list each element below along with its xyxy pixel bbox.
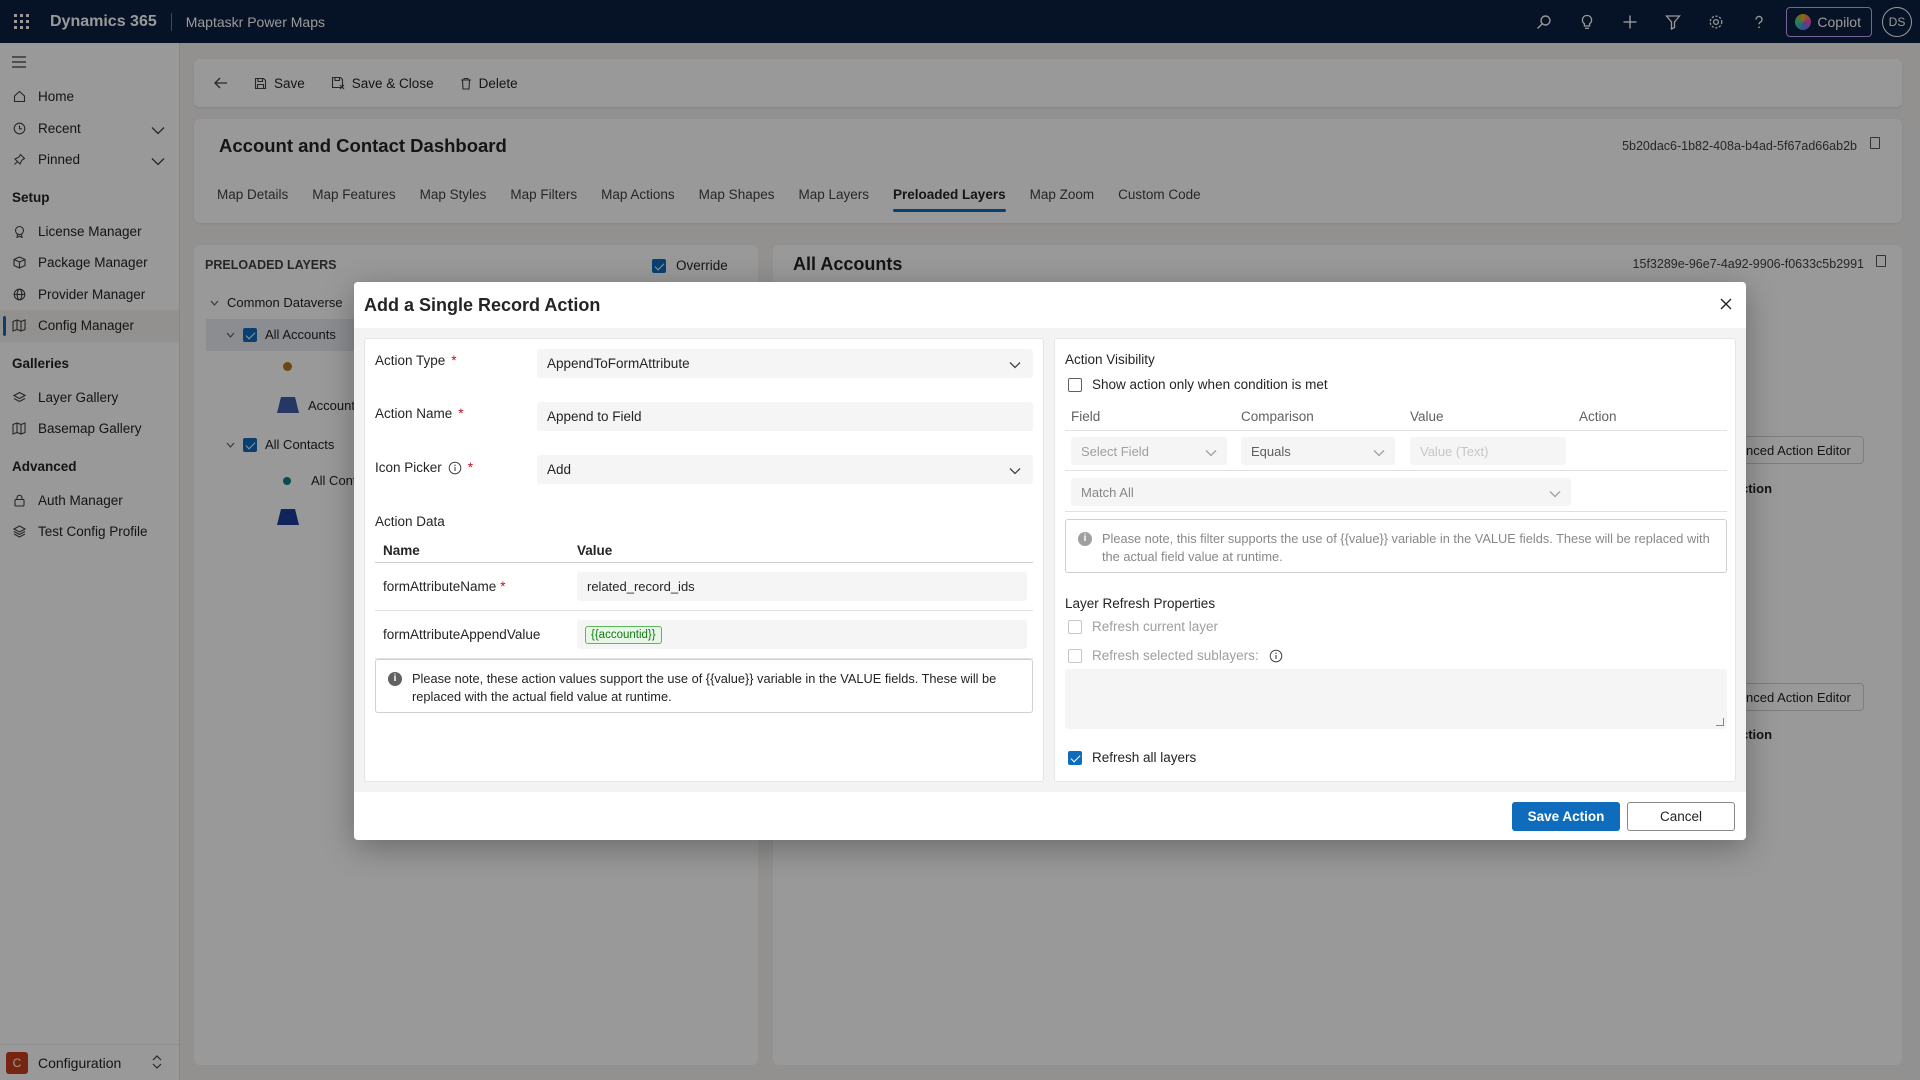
chevron-down-icon — [1205, 445, 1217, 460]
checkbox-label: Refresh current layer — [1092, 619, 1219, 634]
input-placeholder: Value (Text) — [1420, 443, 1489, 459]
input-value: related_record_ids — [587, 579, 695, 594]
action-data-label: Action Data — [375, 514, 445, 529]
row-name: formAttributeAppendValue — [383, 627, 540, 642]
checkbox-label: Refresh selected sublayers: — [1092, 648, 1259, 663]
action-config-card: Action Type * AppendToFormAttribute Actio… — [364, 338, 1044, 782]
label-text: Icon Picker — [375, 460, 442, 475]
sublayers-textarea[interactable] — [1065, 669, 1727, 729]
column-header-name: Name — [383, 543, 420, 558]
section-title: Action Visibility — [1065, 352, 1155, 367]
row-name-text: formAttributeAppendValue — [383, 627, 541, 642]
note-text: Please note, these action values support… — [412, 671, 997, 704]
chevron-down-icon — [1549, 486, 1561, 501]
info-note: i Please note, these action values suppo… — [375, 659, 1033, 713]
input-value: Append to Field — [547, 409, 642, 424]
checkbox-disabled — [1068, 648, 1082, 663]
action-type-label: Action Type * — [375, 353, 457, 368]
condition-table-header: Field Comparison Value Action — [1065, 399, 1727, 431]
column-header-action: Action — [1579, 409, 1617, 424]
action-type-dropdown[interactable]: AppendToFormAttribute — [537, 349, 1033, 378]
checkbox-checked — [1068, 750, 1082, 765]
refresh-current-layer-checkbox[interactable]: Refresh current layer — [1068, 619, 1218, 634]
show-action-condition-checkbox[interactable]: Show action only when condition is met — [1068, 377, 1328, 392]
action-data-header: Name Value — [375, 531, 1033, 563]
refresh-selected-sublayers-checkbox[interactable]: Refresh selected sublayers: — [1068, 648, 1283, 663]
column-header-comparison: Comparison — [1241, 409, 1314, 424]
row-name-text: formAttributeName — [383, 579, 497, 594]
row-name: formAttributeName * — [383, 579, 506, 594]
field-select[interactable]: Select Field — [1071, 437, 1227, 465]
section-title: Layer Refresh Properties — [1065, 596, 1216, 611]
comparison-select[interactable]: Equals — [1241, 437, 1395, 465]
icon-picker-dropdown[interactable]: Add — [537, 455, 1033, 484]
action-name-label: Action Name * — [375, 406, 464, 421]
cancel-button[interactable]: Cancel — [1627, 802, 1735, 831]
dropdown-value: AppendToFormAttribute — [547, 356, 690, 371]
save-action-button[interactable]: Save Action — [1512, 802, 1620, 831]
match-select[interactable]: Match All — [1071, 478, 1571, 506]
info-icon: i — [388, 672, 402, 686]
checkbox-label: Show action only when condition is met — [1092, 377, 1328, 392]
add-single-record-action-dialog: Add a Single Record Action Action Type * … — [354, 282, 1746, 840]
icon-picker-label: Icon Picker * — [375, 460, 473, 475]
checkbox-label: Refresh all layers — [1092, 750, 1197, 765]
label-text: Action Type — [375, 353, 446, 368]
column-header-value: Value — [577, 543, 613, 558]
refresh-all-layers-checkbox[interactable]: Refresh all layers — [1068, 750, 1196, 765]
dialog-footer: Save Action Cancel — [354, 792, 1746, 840]
action-visibility-card: Action Visibility Show action only when … — [1054, 338, 1736, 782]
match-row: Match All — [1065, 472, 1727, 512]
close-icon[interactable] — [1716, 294, 1736, 314]
action-name-input[interactable]: Append to Field — [537, 402, 1033, 431]
label-text: Action Name — [375, 406, 453, 421]
column-header-field: Field — [1071, 409, 1101, 424]
table-row: formAttributeAppendValue {{accountid}} — [375, 611, 1033, 659]
condition-row: Select Field Equals Value (Text) — [1065, 431, 1727, 471]
dialog-header: Add a Single Record Action — [354, 282, 1746, 328]
chevron-down-icon — [1009, 463, 1021, 478]
resize-handle[interactable] — [1716, 718, 1724, 726]
chevron-down-icon — [1009, 357, 1021, 372]
required-marker: * — [467, 460, 474, 475]
info-icon — [1269, 649, 1282, 662]
variable-token[interactable]: {{accountid}} — [585, 625, 662, 644]
note-text: Please note, this filter supports the us… — [1102, 531, 1710, 564]
checkbox-disabled — [1068, 619, 1082, 634]
chevron-down-icon — [1373, 445, 1385, 460]
column-header-value: Value — [1410, 409, 1444, 424]
checkbox — [1068, 377, 1082, 392]
dialog-title: Add a Single Record Action — [364, 295, 601, 315]
info-icon: i — [1078, 532, 1092, 546]
select-value: Match All — [1081, 484, 1134, 500]
row-value-input[interactable]: related_record_ids — [577, 572, 1027, 601]
required-marker: * — [451, 353, 457, 368]
select-placeholder: Select Field — [1081, 443, 1149, 459]
row-value-input[interactable]: {{accountid}} — [577, 620, 1027, 649]
select-value: Equals — [1251, 443, 1291, 459]
value-input[interactable]: Value (Text) — [1410, 437, 1566, 465]
info-note: i Please note, this filter supports the … — [1065, 519, 1727, 573]
info-icon — [448, 461, 462, 474]
dropdown-value: Add — [547, 462, 572, 477]
required-marker: * — [500, 579, 506, 594]
required-marker: * — [458, 406, 464, 421]
table-row: formAttributeName * related_record_ids — [375, 563, 1033, 611]
